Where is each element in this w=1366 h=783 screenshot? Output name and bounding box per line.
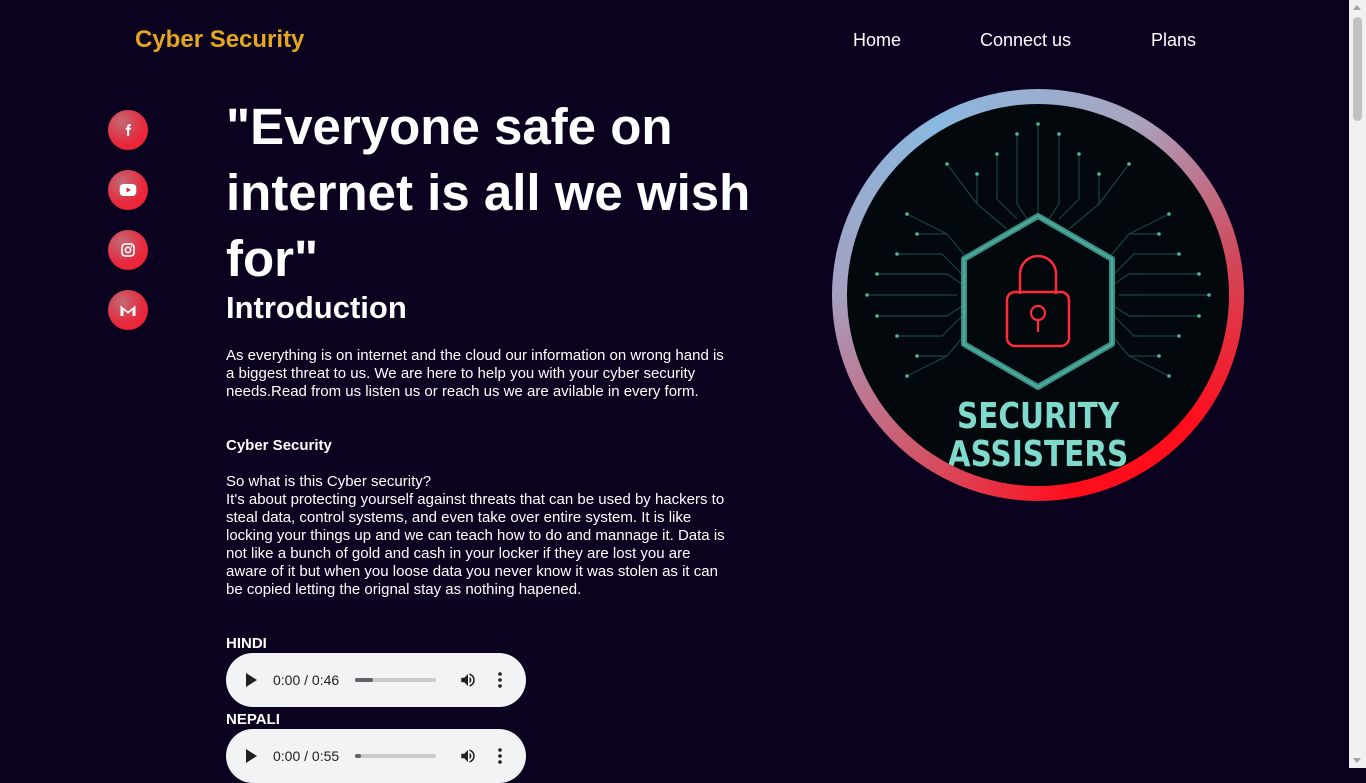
facebook-icon: [125, 124, 132, 136]
audio-player-hindi: 0:00 / 0:46: [226, 653, 526, 707]
security-assisters-logo: SECURITY ASSISTERS: [832, 89, 1244, 501]
logo-circuit-background: SECURITY ASSISTERS: [847, 104, 1229, 486]
audio-time: 0:00 / 0:46: [273, 672, 340, 688]
page-scrollbar[interactable]: [1349, 0, 1366, 768]
audio-progress-slider[interactable]: [355, 754, 436, 758]
hero-headline: "Everyone safe on internet is all we wis…: [226, 98, 751, 287]
more-options-icon[interactable]: [498, 747, 502, 765]
youtube-button[interactable]: [108, 170, 148, 210]
gmail-icon: [120, 305, 136, 316]
instagram-button[interactable]: [108, 230, 148, 270]
cyber-security-subheading: Cyber Security: [226, 437, 332, 454]
audio-progress-slider[interactable]: [355, 678, 436, 682]
cyber-security-question: So what is this Cyber security?: [226, 473, 432, 490]
audio-label-nepali: NEPALI: [226, 711, 280, 728]
gmail-button[interactable]: [108, 290, 148, 330]
brand-logo-text[interactable]: Cyber Security: [135, 26, 304, 54]
circuit-lock-graphic: SECURITY ASSISTERS: [865, 122, 1211, 475]
instagram-icon: [121, 243, 135, 257]
scroll-down-arrow-icon[interactable]: [1353, 758, 1361, 763]
cyber-security-body: It's about protecting yourself against t…: [226, 491, 725, 598]
introduction-heading: Introduction: [226, 290, 407, 325]
youtube-icon: [119, 184, 137, 196]
intro-paragraph: As everything is on internet and the clo…: [226, 347, 724, 400]
nav-connect-us[interactable]: Connect us: [980, 30, 1071, 51]
scrollbar-thumb[interactable]: [1353, 17, 1362, 121]
nav-plans[interactable]: Plans: [1151, 30, 1196, 51]
nav-home[interactable]: Home: [853, 30, 901, 51]
facebook-button[interactable]: [108, 110, 148, 150]
volume-icon[interactable]: [459, 747, 477, 765]
logo-line-1: SECURITY: [957, 394, 1120, 437]
scroll-up-arrow-icon[interactable]: [1353, 5, 1361, 10]
volume-icon[interactable]: [459, 671, 477, 689]
logo-line-2: ASSISTERS: [948, 432, 1129, 475]
more-options-icon[interactable]: [498, 671, 502, 689]
play-icon[interactable]: [246, 749, 257, 763]
audio-time: 0:00 / 0:55: [273, 748, 340, 764]
play-icon[interactable]: [246, 673, 257, 687]
audio-label-hindi: HINDI: [226, 635, 267, 652]
audio-player-nepali: 0:00 / 0:55: [226, 729, 526, 783]
